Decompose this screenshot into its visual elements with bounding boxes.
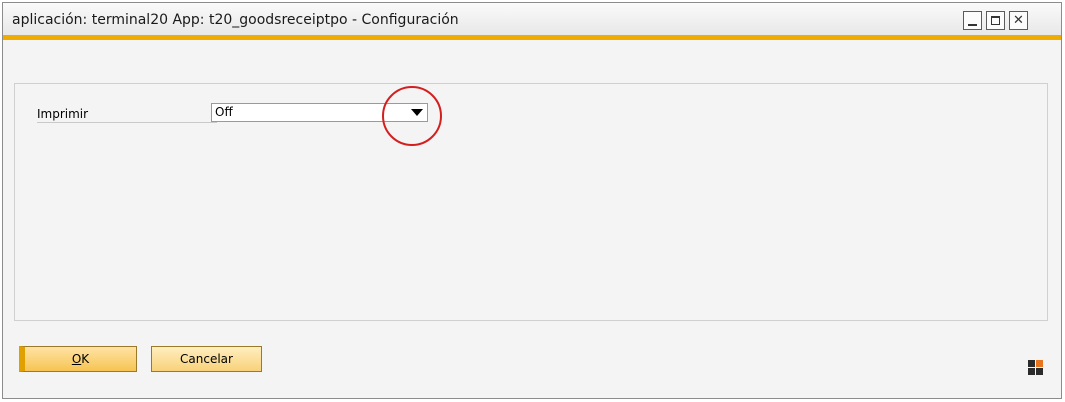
sap-logo-icon (1028, 360, 1044, 376)
config-window: aplicación: terminal20 App: t20_goodsrec… (2, 2, 1062, 399)
close-glyph: ✕ (1013, 13, 1024, 28)
ok-mnemonic: O (71, 352, 82, 366)
highlight-circle (382, 86, 442, 146)
ok-button[interactable]: OK (19, 346, 137, 372)
minimize-icon[interactable] (963, 11, 982, 30)
cancel-button[interactable]: Cancelar (151, 346, 262, 372)
ok-label-rest: K (81, 352, 90, 366)
print-label: Imprimir (37, 106, 217, 123)
maximize-icon[interactable] (986, 11, 1005, 30)
print-select-value: Off (215, 105, 233, 119)
settings-panel: Imprimir Off (14, 83, 1048, 321)
window-title: aplicación: terminal20 App: t20_goodsrec… (12, 12, 459, 28)
close-icon[interactable]: ✕ (1009, 11, 1028, 30)
title-bar: aplicación: terminal20 App: t20_goodsrec… (3, 3, 1061, 40)
